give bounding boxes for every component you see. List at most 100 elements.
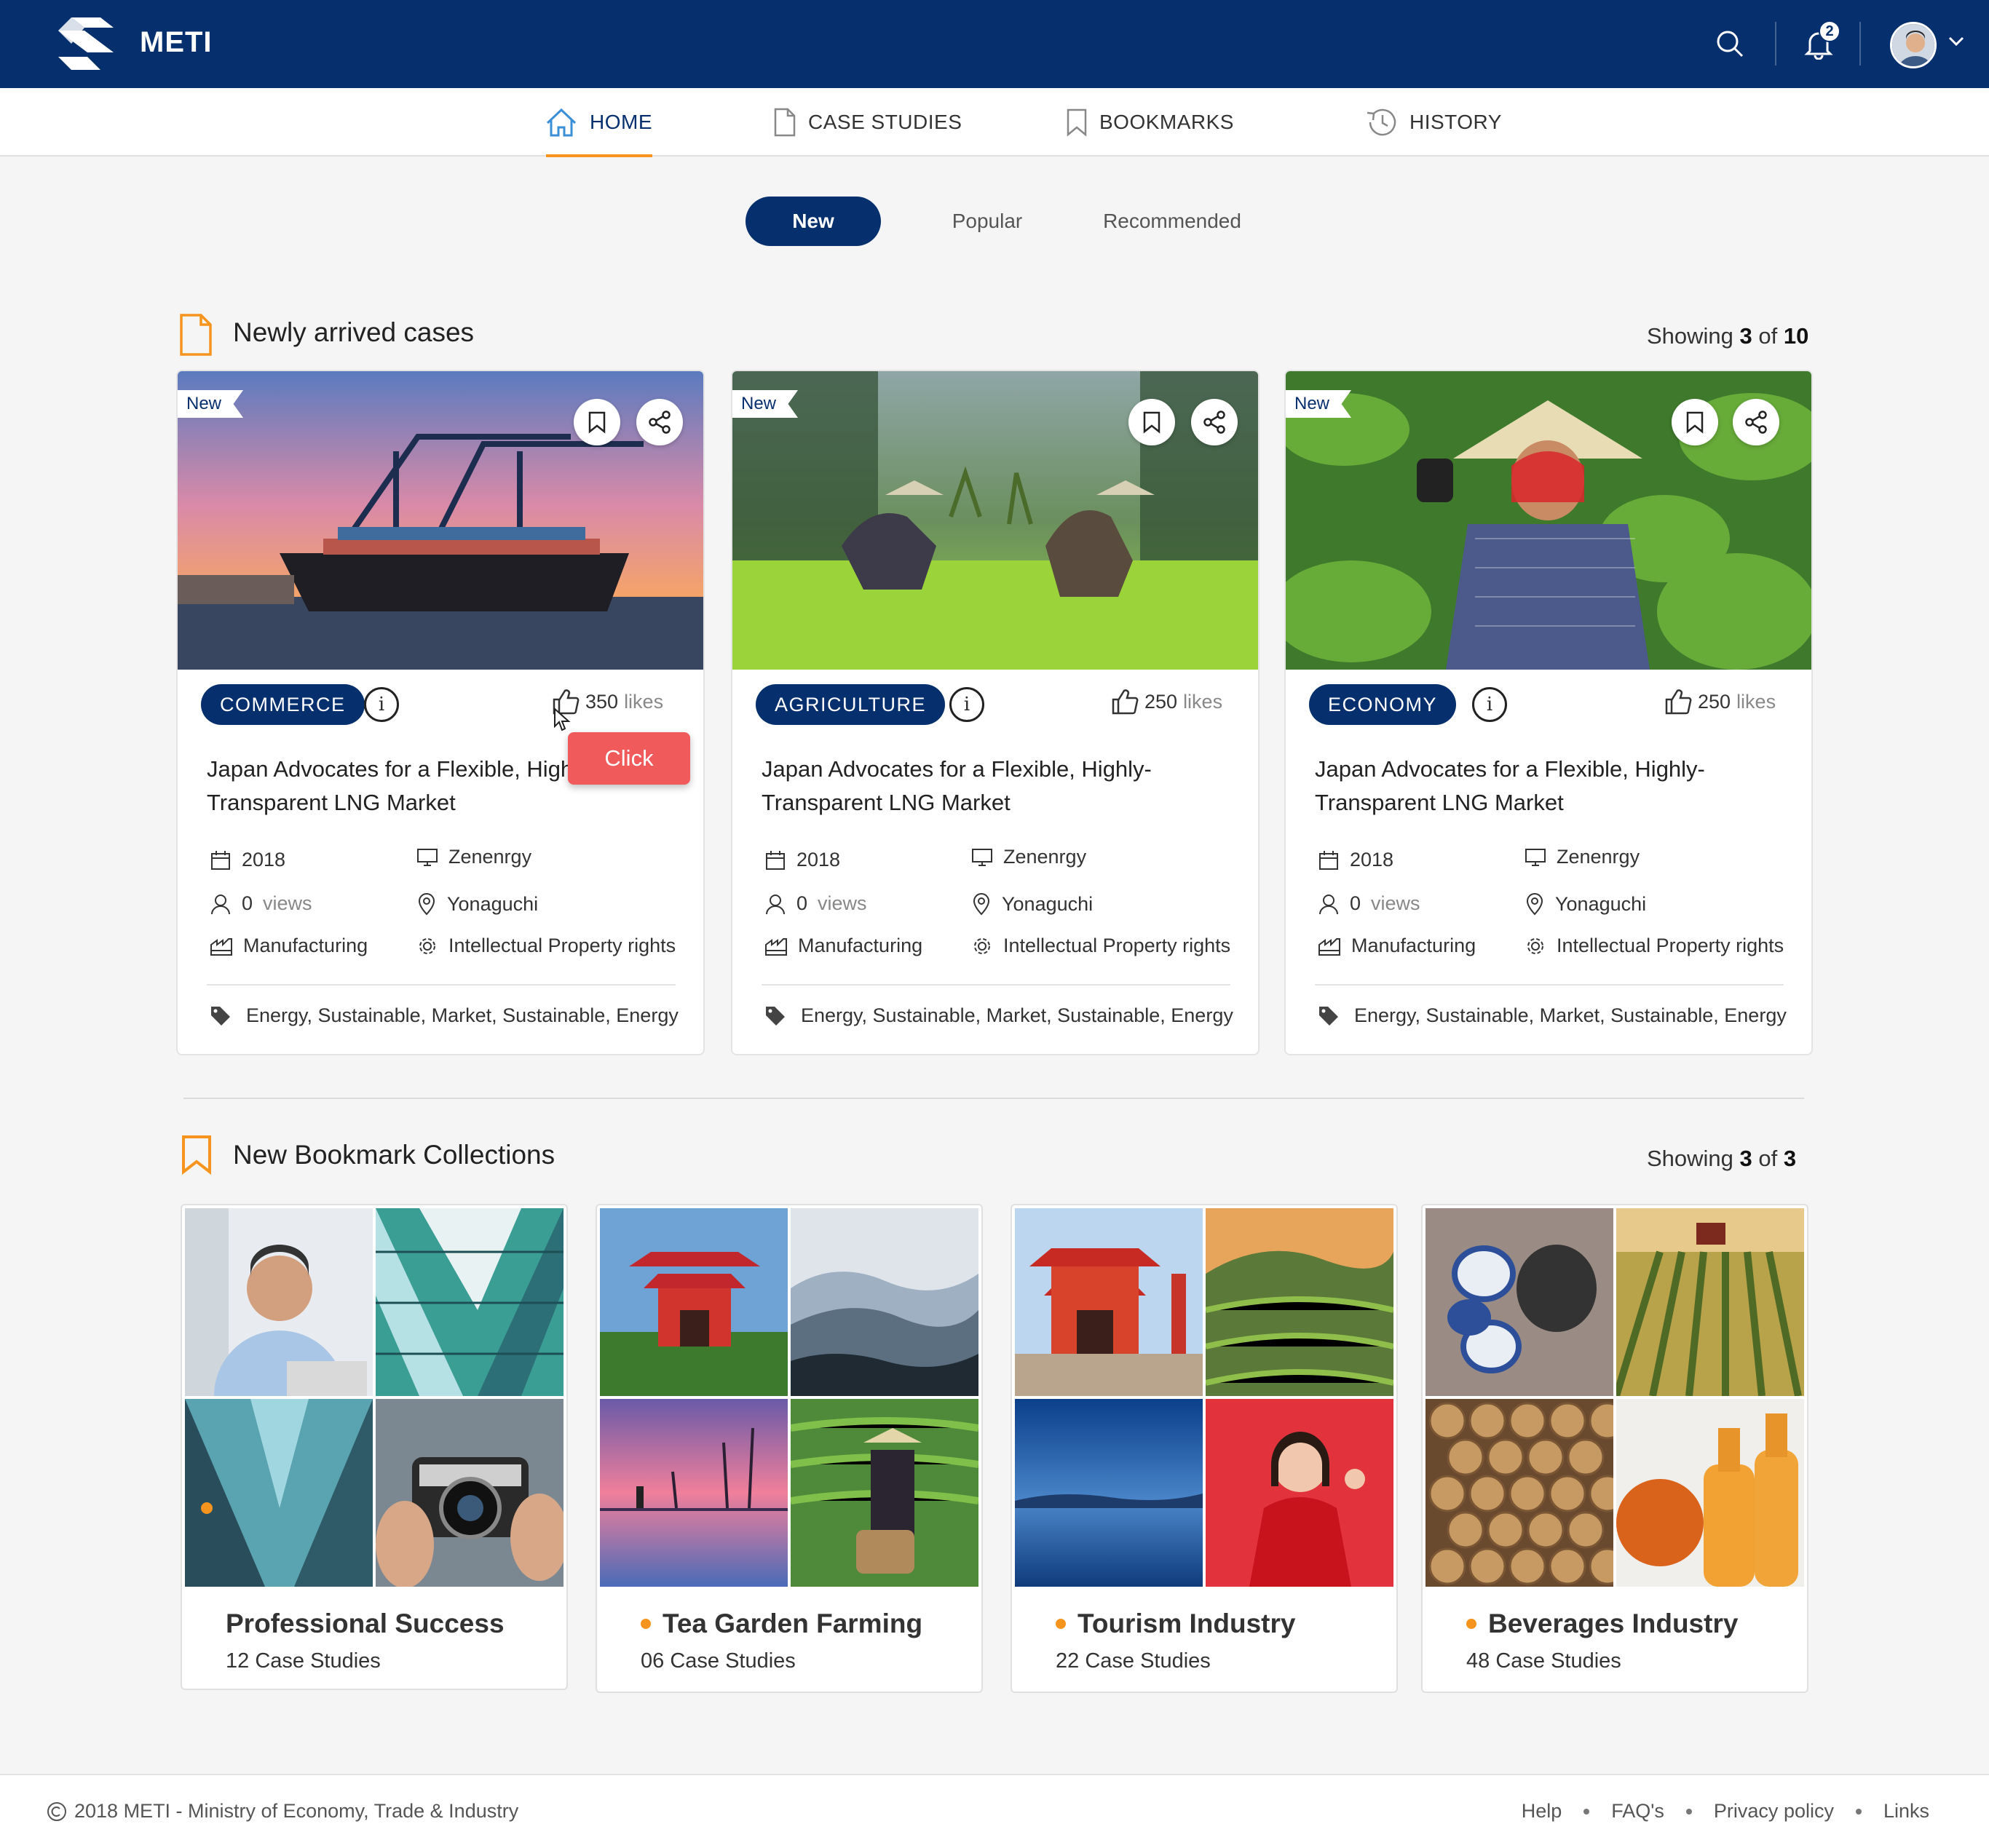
main-nav: HOME CASE STUDIES BOOKMARKS HISTORY — [0, 88, 1989, 156]
active-tab-indicator — [546, 154, 652, 157]
case-image-rice-field[interactable]: New — [732, 371, 1258, 670]
meta-year: 2018 — [764, 849, 840, 871]
meta-company-value: Zenenrgy — [1003, 846, 1087, 868]
filter-recommended[interactable]: Recommended — [1088, 197, 1257, 246]
showing-total: 10 — [1783, 323, 1809, 349]
divider — [1859, 22, 1861, 66]
collection-photo — [1616, 1399, 1804, 1587]
home-icon — [546, 108, 577, 137]
info-icon[interactable]: i — [949, 687, 984, 722]
showing-shown: 3 — [1739, 323, 1752, 349]
section-divider — [183, 1098, 1804, 1099]
meta-views: 0 views — [210, 892, 312, 915]
case-card[interactable]: New COMMERCE i 350 likes Japan Advocates… — [176, 370, 705, 1055]
showing-prefix: Showing — [1647, 323, 1733, 349]
footer-link-links[interactable]: Links — [1883, 1800, 1929, 1823]
meta-year: 2018 — [1318, 849, 1393, 871]
nav-history[interactable]: HISTORY — [1364, 88, 1502, 156]
nav-bookmarks[interactable]: BOOKMARKS — [1066, 88, 1234, 156]
footer: 2018 METI - Ministry of Economy, Trade &… — [0, 1774, 1989, 1848]
filter-popular[interactable]: Popular — [939, 197, 1035, 246]
bookmark-button[interactable] — [1672, 399, 1718, 445]
click-button[interactable]: Click — [568, 732, 690, 785]
search-icon[interactable] — [1708, 22, 1752, 66]
nav-case-studies[interactable]: CASE STUDIES — [773, 88, 962, 156]
meta-location-value: Yonaguchi — [1002, 892, 1094, 915]
chevron-down-icon[interactable] — [1948, 36, 1964, 47]
meta-location-value: Yonaguchi — [1555, 892, 1647, 915]
info-icon[interactable]: i — [1472, 687, 1507, 722]
tags-row: Energy, Sustainable, Market, Sustainable… — [764, 1004, 1233, 1027]
copyright: 2018 METI - Ministry of Economy, Trade &… — [47, 1800, 518, 1823]
document-icon — [774, 108, 796, 137]
divider — [762, 984, 1230, 986]
nav-home[interactable]: HOME — [545, 88, 652, 156]
case-title[interactable]: Japan Advocates for a Flexible, Highly-T… — [1315, 753, 1795, 820]
likes[interactable]: 250 likes — [1111, 689, 1222, 715]
footer-link-faqs[interactable]: FAQ's — [1611, 1800, 1664, 1823]
bookmark-icon — [1686, 411, 1704, 434]
category-badge[interactable]: COMMERCE — [201, 684, 365, 725]
meti-logo-icon[interactable] — [58, 15, 114, 73]
collection-photo — [376, 1399, 564, 1587]
showing-total: 3 — [1783, 1146, 1797, 1171]
location-pin-icon — [973, 893, 990, 916]
tags-row: Energy, Sustainable, Market, Sustainable… — [210, 1004, 679, 1027]
top-bar: METI 2 — [0, 0, 1989, 88]
collection-mosaic — [185, 1208, 564, 1587]
meta-company-value: Zenenrgy — [448, 846, 532, 868]
footer-link-privacy[interactable]: Privacy policy — [1714, 1800, 1834, 1823]
case-card[interactable]: New ECONOMY i 250 likes Japan Advocates … — [1284, 370, 1813, 1055]
meta-views: 0 views — [1318, 892, 1420, 915]
share-button[interactable] — [1191, 399, 1238, 445]
bookmark-button[interactable] — [574, 399, 620, 445]
collection-card[interactable]: Tourism Industry 22 Case Studies — [1011, 1204, 1398, 1693]
meta-topic-value: Intellectual Property rights — [448, 935, 676, 956]
thumbs-up-icon — [1665, 689, 1692, 715]
factory-icon — [210, 937, 232, 956]
collection-photo — [1425, 1208, 1613, 1396]
meta-location-value: Yonaguchi — [447, 892, 539, 915]
notification-badge: 2 — [1819, 20, 1840, 42]
divider — [1315, 984, 1784, 986]
meta-topic-value: Intellectual Property rights — [1003, 935, 1231, 956]
case-card[interactable]: New AGRICULTURE i 250 likes Japan Advoca… — [731, 370, 1260, 1055]
collection-count: 12 Case Studies — [226, 1649, 381, 1673]
bookmark-button[interactable] — [1128, 399, 1175, 445]
section-title-new-cases: Newly arrived cases — [233, 317, 475, 347]
meta-year-value: 2018 — [1350, 849, 1394, 871]
tags-value: Energy, Sustainable, Market, Sustainable… — [246, 1004, 679, 1026]
collection-card[interactable]: Tea Garden Farming 06 Case Studies — [596, 1204, 983, 1693]
case-image-farmer[interactable]: New — [1286, 371, 1811, 670]
meta-topic-value: Intellectual Property rights — [1557, 935, 1784, 956]
case-title[interactable]: Japan Advocates for a Flexible, Highly-T… — [762, 753, 1242, 820]
separator-dot — [1583, 1808, 1590, 1815]
bookmark-icon — [1067, 108, 1087, 137]
meta-industry-value: Manufacturing — [243, 935, 368, 956]
share-button[interactable] — [636, 399, 683, 445]
collection-card[interactable]: Professional Success 12 Case Studies — [181, 1204, 568, 1690]
tag-icon — [1319, 1006, 1338, 1026]
likes[interactable]: 250 likes — [1664, 689, 1776, 715]
bookmark-icon — [1143, 411, 1160, 434]
share-button[interactable] — [1733, 399, 1779, 445]
filter-new[interactable]: New — [746, 197, 881, 246]
document-icon — [180, 314, 212, 356]
collection-photo — [791, 1208, 978, 1396]
category-badge[interactable]: AGRICULTURE — [756, 684, 946, 725]
location-pin-icon — [418, 893, 435, 916]
avatar[interactable] — [1890, 22, 1937, 68]
collection-title-text: Tourism Industry — [1077, 1609, 1296, 1638]
gear-icon — [1527, 937, 1543, 954]
info-icon[interactable]: i — [364, 687, 399, 722]
meta-views-value: 0 — [242, 892, 253, 914]
showing-of: of — [1758, 323, 1778, 349]
factory-icon — [765, 937, 787, 956]
category-badge[interactable]: ECONOMY — [1309, 684, 1457, 725]
case-image-port[interactable]: New — [178, 371, 703, 670]
nav-home-label: HOME — [590, 111, 652, 133]
meta-year-value: 2018 — [796, 849, 841, 871]
collection-card[interactable]: Beverages Industry 48 Case Studies — [1421, 1204, 1808, 1693]
footer-link-help[interactable]: Help — [1522, 1800, 1562, 1823]
share-icon — [1745, 411, 1767, 434]
